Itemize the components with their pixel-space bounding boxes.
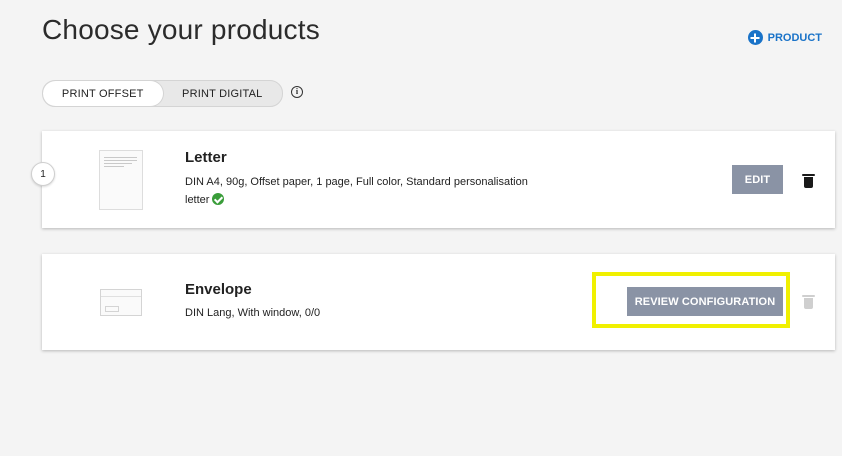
product-description-line2: letter: [185, 194, 210, 206]
step-badge: 1: [31, 162, 55, 186]
print-type-toggle[interactable]: PRINT OFFSET PRINT DIGITAL: [42, 80, 283, 107]
toggle-print-offset[interactable]: PRINT OFFSET: [43, 81, 163, 106]
letter-thumbnail: [99, 150, 143, 210]
add-product-label: PRODUCT: [767, 31, 822, 44]
product-card-envelope: Envelope DIN Lang, With window, 0/0 REVI…: [42, 254, 835, 350]
page-title: Choose your products: [42, 14, 320, 45]
toggle-print-digital[interactable]: PRINT DIGITAL: [163, 81, 283, 106]
trash-icon: [802, 295, 815, 309]
product-description-line1: DIN A4, 90g, Offset paper, 1 page, Full …: [185, 176, 528, 188]
envelope-thumbnail: [100, 289, 142, 316]
edit-button[interactable]: EDIT: [732, 165, 783, 194]
info-icon[interactable]: i: [291, 86, 303, 98]
review-configuration-button[interactable]: REVIEW CONFIGURATION: [627, 287, 783, 316]
product-name: Envelope: [185, 281, 252, 298]
product-name: Letter: [185, 149, 227, 166]
plus-circle-icon: [747, 30, 763, 45]
product-description: DIN A4, 90g, Offset paper, 1 page, Full …: [185, 173, 528, 209]
product-card-letter: 1 Letter DIN A4, 90g, Offset paper, 1 pa…: [31, 131, 835, 228]
add-product-button[interactable]: PRODUCT: [747, 30, 822, 45]
check-circle-icon: [212, 193, 225, 205]
product-description: DIN Lang, With window, 0/0: [185, 307, 321, 319]
trash-icon[interactable]: [802, 174, 815, 188]
